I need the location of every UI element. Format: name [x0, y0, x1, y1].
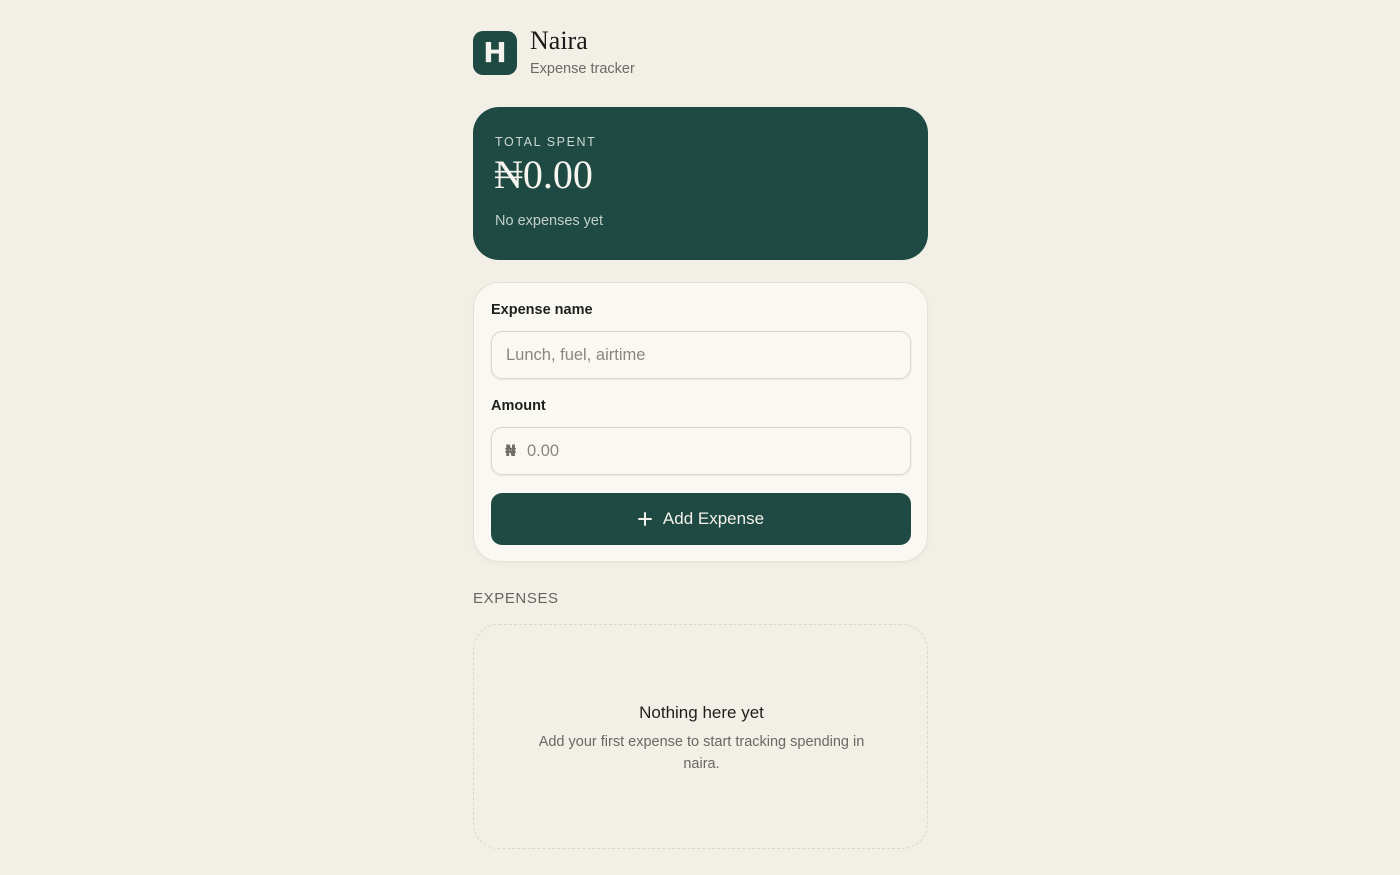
total-spent-card: TOTAL SPENT ₦0.00 No expenses yet	[473, 107, 928, 260]
amount-input[interactable]	[527, 428, 907, 474]
app-logo: H	[473, 31, 517, 75]
add-expense-button[interactable]: Add Expense	[491, 493, 911, 545]
expenses-section-title: EXPENSES	[473, 590, 559, 607]
expense-name-input[interactable]	[506, 332, 906, 378]
expense-name-field-wrapper	[491, 331, 911, 379]
amount-field-wrapper: ₦	[491, 427, 911, 475]
add-expense-form: Expense name Amount ₦ Add Expense	[473, 282, 928, 562]
expenses-empty-state: Nothing here yet Add your first expense …	[473, 624, 928, 849]
empty-state-description: Add your first expense to start tracking…	[538, 734, 865, 772]
app-subtitle: Expense tracker	[530, 61, 635, 77]
expense-name-label: Expense name	[491, 302, 593, 318]
total-spent-value: ₦0.00	[494, 152, 593, 197]
expense-count-status: No expenses yet	[495, 213, 604, 229]
plus-icon	[637, 512, 652, 526]
naira-currency-prefix: ₦	[505, 441, 517, 460]
amount-label: Amount	[491, 398, 546, 414]
add-expense-button-label: Add Expense	[662, 509, 765, 528]
total-spent-label: TOTAL SPENT	[495, 135, 597, 149]
empty-state-title: Nothing here yet	[639, 703, 764, 722]
logo-letter: H	[483, 36, 507, 69]
app-name: Naira	[530, 26, 588, 55]
app-header: H Naira Expense tracker	[473, 28, 928, 80]
